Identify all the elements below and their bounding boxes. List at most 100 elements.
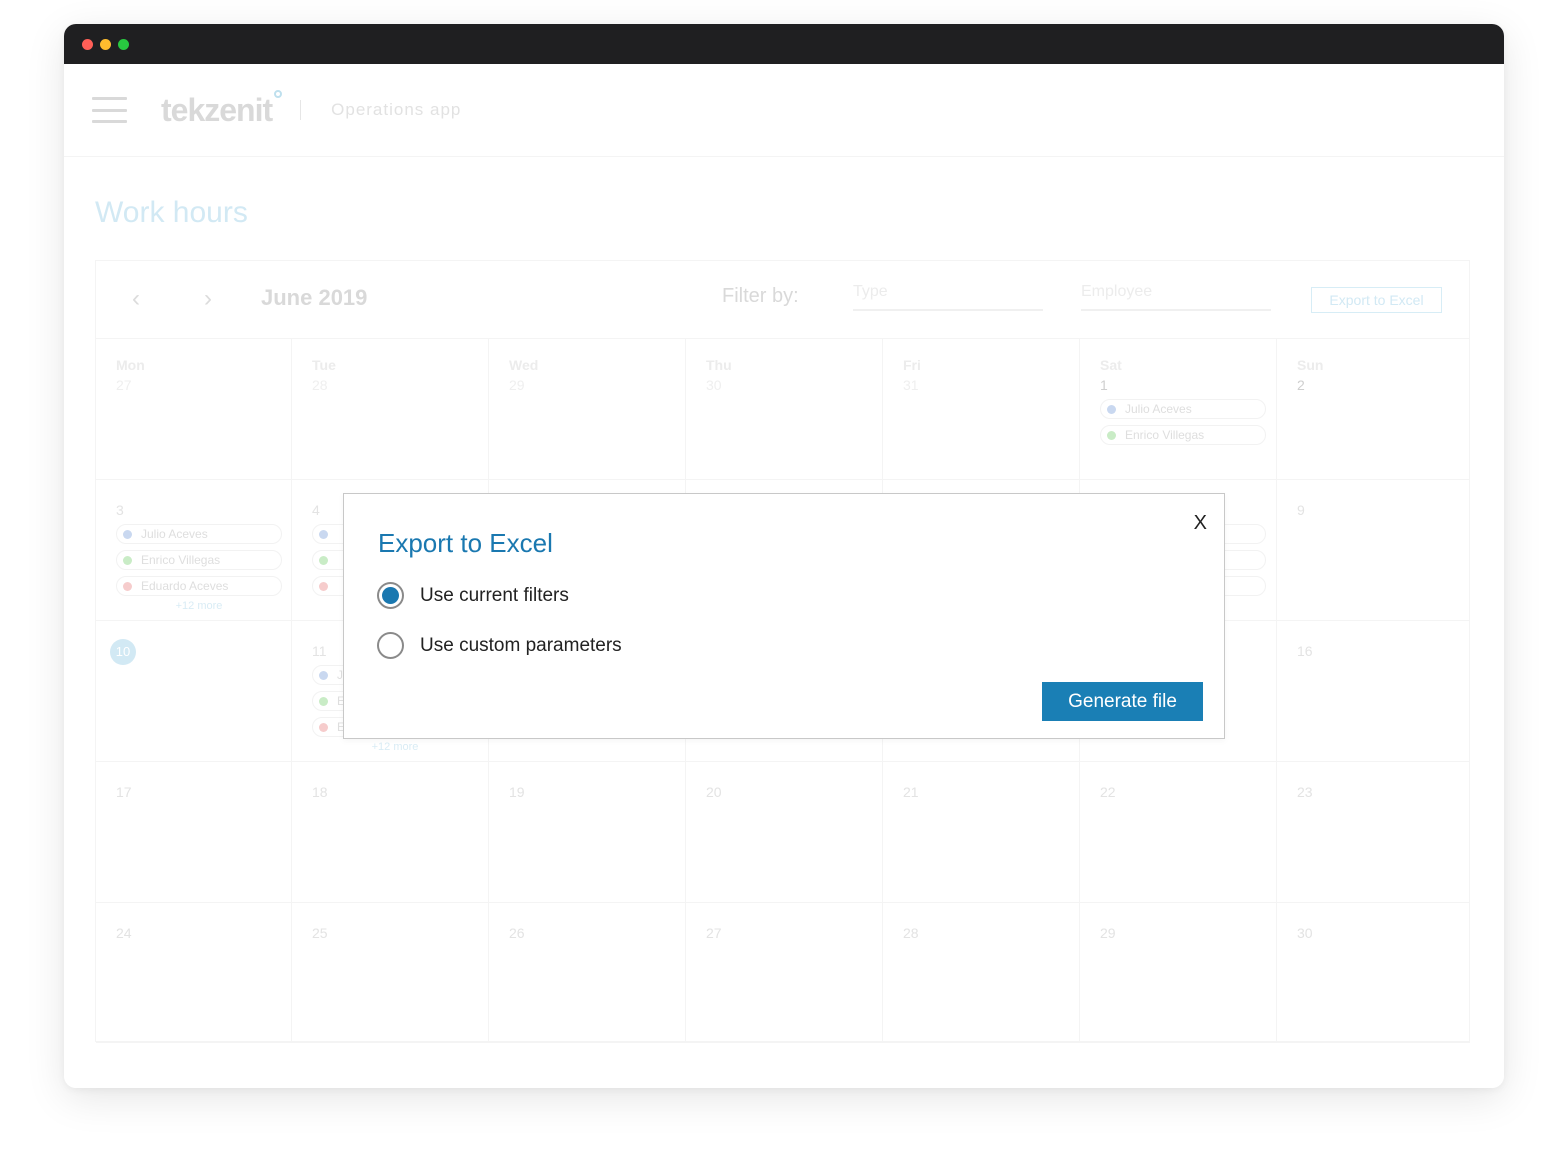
day-cell[interactable]: 25 bbox=[292, 903, 489, 1043]
more-events-link[interactable]: +12 more bbox=[312, 741, 478, 753]
day-cell[interactable]: 20 bbox=[686, 762, 883, 903]
day-cell[interactable]: 22 bbox=[1080, 762, 1277, 903]
day-number: 21 bbox=[903, 784, 919, 800]
event-chip[interactable]: Enrico Villegas bbox=[116, 550, 282, 570]
day-cell[interactable]: 16 bbox=[1277, 621, 1470, 762]
event-chip[interactable]: Eduardo Aceves bbox=[116, 576, 282, 596]
logo: tekzenit bbox=[161, 89, 283, 129]
day-cell[interactable]: 3 Julio Aceves Enrico Villegas Eduardo A… bbox=[96, 480, 292, 621]
maximize-window-icon[interactable] bbox=[118, 38, 129, 50]
chevron-left-icon[interactable]: ‹ bbox=[132, 285, 140, 313]
day-cell[interactable]: 30 bbox=[1277, 903, 1470, 1043]
status-dot bbox=[1107, 404, 1116, 414]
event-employee: Julio Aceves bbox=[141, 527, 208, 541]
weekday-label: Tue bbox=[312, 357, 336, 373]
day-number: 25 bbox=[312, 925, 328, 941]
day-number: 28 bbox=[903, 925, 919, 941]
weekday-label: Thu bbox=[706, 357, 732, 373]
close-window-icon[interactable] bbox=[82, 38, 93, 50]
event-employee: Enrico Villegas bbox=[1125, 428, 1205, 442]
day-cell[interactable]: Thu 30 bbox=[686, 339, 883, 480]
hamburger-menu-icon[interactable] bbox=[92, 97, 127, 123]
browser-window: tekzenit Operations app Work hours ‹ › J… bbox=[64, 24, 1504, 1088]
event-chip[interactable]: Enrico Villegas bbox=[1100, 425, 1266, 445]
day-number: 30 bbox=[706, 377, 722, 393]
day-number: 28 bbox=[312, 377, 328, 393]
status-dot bbox=[123, 555, 132, 565]
dialog-title: Export to Excel bbox=[378, 528, 553, 558]
window-titlebar bbox=[64, 24, 1504, 64]
day-cell[interactable]: 19 bbox=[489, 762, 686, 903]
day-number: 29 bbox=[509, 377, 525, 393]
radio-custom-parameters[interactable] bbox=[377, 632, 404, 659]
day-cell[interactable]: Wed 29 bbox=[489, 339, 686, 480]
day-number: 18 bbox=[312, 784, 328, 800]
status-dot bbox=[319, 581, 328, 591]
event-employee: Julio Aceves bbox=[1125, 402, 1192, 416]
day-cell[interactable]: Mon 27 bbox=[96, 339, 292, 480]
option-label: Use current filters bbox=[420, 584, 569, 606]
day-number: 30 bbox=[1297, 925, 1313, 941]
day-number: 23 bbox=[1297, 784, 1313, 800]
app-header: tekzenit Operations app bbox=[64, 64, 1504, 157]
export-dialog: Export to Excel X Use current filters Us… bbox=[343, 493, 1225, 739]
event-chip[interactable]: Julio Aceves bbox=[116, 524, 282, 544]
status-dot bbox=[123, 529, 132, 539]
day-cell[interactable]: 27 bbox=[686, 903, 883, 1043]
day-cell[interactable]: Tue 28 bbox=[292, 339, 489, 480]
weekday-label: Wed bbox=[509, 357, 539, 373]
status-dot bbox=[1107, 430, 1116, 440]
calendar-toolbar: ‹ › June 2019 Filter by: Type Employee E… bbox=[96, 261, 1469, 339]
day-number: 29 bbox=[1100, 925, 1116, 941]
option-custom-parameters[interactable]: Use custom parameters bbox=[377, 632, 622, 659]
day-cell[interactable]: Sun 2 bbox=[1277, 339, 1470, 480]
page-title: Work hours bbox=[95, 196, 248, 229]
event-employee: Enrico Villegas bbox=[141, 553, 221, 567]
day-number: 16 bbox=[1297, 643, 1313, 659]
day-cell[interactable]: 10 bbox=[96, 621, 292, 762]
option-current-filters[interactable]: Use current filters bbox=[377, 582, 569, 609]
day-number-wrap: 10 bbox=[110, 639, 291, 665]
close-icon[interactable]: X bbox=[1194, 512, 1207, 535]
day-cell[interactable]: 9 bbox=[1277, 480, 1470, 621]
viewport: tekzenit Operations app Work hours ‹ › J… bbox=[64, 64, 1504, 1088]
filter-type-field[interactable]: Type bbox=[853, 283, 1043, 311]
status-dot bbox=[319, 670, 328, 680]
month-label: June 2019 bbox=[261, 285, 368, 310]
radio-current-filters[interactable] bbox=[377, 582, 404, 609]
filter-label: Filter by: bbox=[722, 285, 799, 307]
day-cell[interactable]: 23 bbox=[1277, 762, 1470, 903]
chevron-right-icon[interactable]: › bbox=[204, 285, 212, 313]
day-cell[interactable]: Fri 31 bbox=[883, 339, 1080, 480]
day-cell[interactable]: 21 bbox=[883, 762, 1080, 903]
status-dot bbox=[319, 529, 328, 539]
day-cell[interactable]: 18 bbox=[292, 762, 489, 903]
day-number: 2 bbox=[1297, 377, 1305, 393]
header-divider bbox=[300, 100, 302, 120]
more-events-link[interactable]: +12 more bbox=[116, 600, 282, 612]
event-chip[interactable]: Julio Aceves bbox=[1100, 399, 1266, 419]
day-number: 9 bbox=[1297, 502, 1305, 518]
filter-employee-field[interactable]: Employee bbox=[1081, 283, 1271, 311]
today-marker: 10 bbox=[110, 639, 136, 665]
day-number: 20 bbox=[706, 784, 722, 800]
weekday-label: Mon bbox=[116, 357, 145, 373]
day-number: 24 bbox=[116, 925, 132, 941]
generate-file-button[interactable]: Generate file bbox=[1042, 682, 1203, 721]
day-cell[interactable]: 28 bbox=[883, 903, 1080, 1043]
day-cell[interactable]: 29 bbox=[1080, 903, 1277, 1043]
day-cell[interactable]: 26 bbox=[489, 903, 686, 1043]
day-number: 1 bbox=[1100, 377, 1108, 393]
day-number: 17 bbox=[116, 784, 132, 800]
day-cell[interactable]: Sat 1 Julio Aceves Enrico Villegas bbox=[1080, 339, 1277, 480]
weekday-label: Sun bbox=[1297, 357, 1324, 373]
day-cell[interactable]: 24 bbox=[96, 903, 292, 1043]
day-cell[interactable]: 17 bbox=[96, 762, 292, 903]
minimize-window-icon[interactable] bbox=[100, 38, 111, 50]
app-name: Operations app bbox=[331, 100, 462, 119]
day-number: 31 bbox=[903, 377, 919, 393]
day-number: 22 bbox=[1100, 784, 1116, 800]
option-label: Use custom parameters bbox=[420, 634, 622, 656]
export-to-excel-button[interactable]: Export to Excel bbox=[1311, 287, 1442, 313]
weekday-label: Fri bbox=[903, 357, 921, 373]
